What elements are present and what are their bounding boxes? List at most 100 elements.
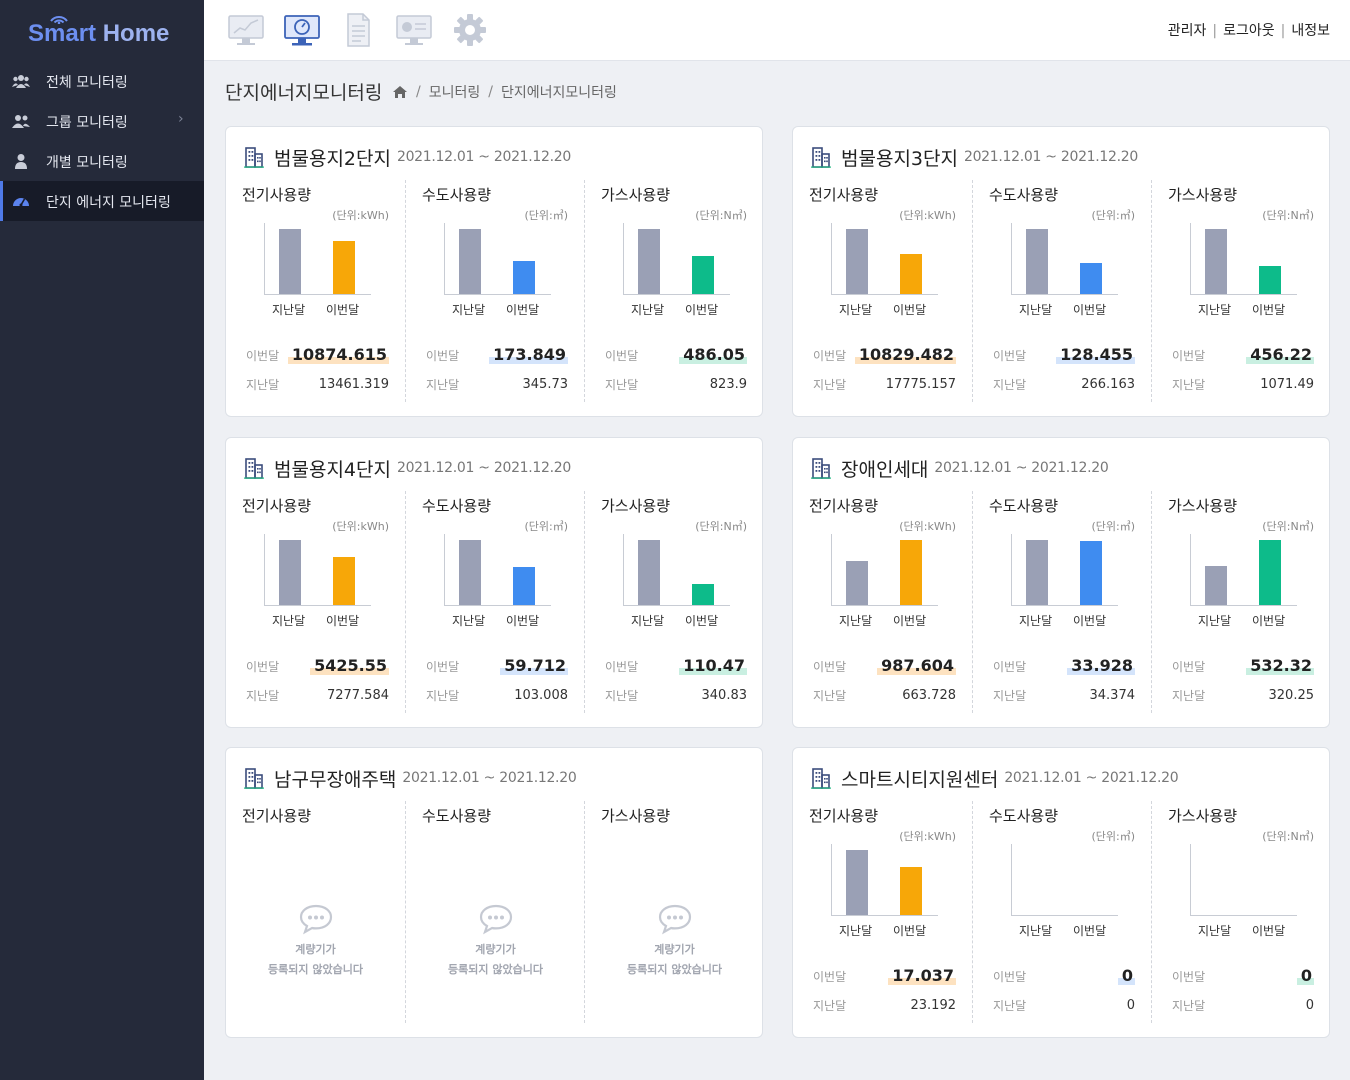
curr-month-bar — [1080, 263, 1102, 294]
water-usage-panel: 수도사용량 (단위:㎥) 지난달 이번달 이번달 128.455 지난달 266.163 — [972, 180, 1151, 402]
water-usage-panel: 수도사용량 (단위:㎥) 지난달 이번달 이번달 33.928 지난달 34.374 — [972, 491, 1151, 713]
usage-title: 가스사용량 — [601, 186, 671, 204]
curr-axis-label: 이번달 — [326, 303, 360, 317]
unit-label: (단위:kWh) — [899, 209, 956, 222]
prev-axis-label: 지난달 — [1198, 924, 1232, 938]
unit-label: (단위:N㎥) — [1262, 209, 1314, 222]
breadcrumb-monitoring[interactable]: 모니터링 — [429, 82, 481, 102]
water-usage-panel: 수도사용량 (단위:㎥) 지난달 이번달 이번달 0 지난달 0 — [972, 801, 1151, 1023]
prev-axis-label: 지난달 — [839, 924, 873, 938]
sidebar-item-group-monitoring[interactable]: 그룹 모니터링 › — [0, 101, 204, 141]
curr-month-bar — [1080, 541, 1102, 605]
building-icon — [811, 458, 831, 479]
unit-label: (단위:㎥) — [524, 520, 568, 533]
curr-month-bar — [1259, 266, 1281, 294]
period: 2021.12.01 ~ 2021.12.20 — [402, 770, 577, 786]
prev-value: 17775.157 — [885, 377, 956, 392]
sidebar-item-individual-monitoring[interactable]: 개별 모니터링 — [0, 141, 204, 181]
curr-label: 이번달 — [246, 349, 280, 363]
prev-month-bar — [638, 229, 660, 294]
prev-value: 266.163 — [1081, 377, 1135, 392]
curr-month-bar — [513, 261, 535, 294]
prev-month-bar — [638, 540, 660, 605]
prev-axis-label: 지난달 — [272, 614, 306, 628]
monitor-chart-icon[interactable] — [227, 12, 265, 48]
curr-label: 이번달 — [426, 349, 460, 363]
usage-title: 전기사용량 — [242, 497, 312, 515]
sidebar-item-label: 전체 모니터링 — [46, 75, 128, 91]
prev-month-bar — [279, 540, 301, 605]
chat-bubble-icon — [658, 904, 691, 935]
prev-axis-label: 지난달 — [452, 303, 486, 317]
gear-icon[interactable] — [451, 12, 489, 48]
sidebar-item-label: 개별 모니터링 — [46, 155, 128, 171]
curr-axis-label: 이번달 — [506, 303, 540, 317]
unit-label: (단위:㎥) — [524, 209, 568, 222]
prev-label: 지난달 — [813, 999, 847, 1013]
my-info-link[interactable]: 내정보 — [1291, 23, 1330, 39]
gas-usage-panel: 가스사용량 계량기가 등록되지 않았습니다 — [584, 801, 763, 1023]
breadcrumb: / 모니터링 / 단지에너지모니터링 — [392, 82, 617, 102]
bar-chart — [831, 534, 938, 606]
breadcrumb-complex-energy[interactable]: 단지에너지모니터링 — [501, 82, 617, 102]
dashboard-gauge-icon — [13, 198, 29, 207]
curr-value: 532.32 — [1246, 656, 1314, 675]
usage-title: 가스사용량 — [601, 497, 671, 515]
curr-axis-label: 이번달 — [1252, 924, 1286, 938]
sidebar-item-complex-energy-monitoring[interactable]: 단지 에너지 모니터링 — [0, 181, 204, 221]
bar-chart — [264, 223, 371, 295]
curr-month-bar — [900, 540, 922, 605]
curr-month-bar — [513, 567, 535, 605]
monitor-pie-icon[interactable] — [395, 12, 433, 48]
usage-title: 수도사용량 — [422, 807, 492, 825]
prev-axis-label: 지난달 — [1019, 614, 1053, 628]
chat-bubble-icon — [299, 904, 332, 935]
gas-usage-panel: 가스사용량 (단위:N㎥) 지난달 이번달 이번달 0 지난달 0 — [1151, 801, 1330, 1023]
usage-title: 수도사용량 — [989, 186, 1059, 204]
prev-value: 0 — [1305, 998, 1314, 1013]
home-icon[interactable] — [392, 85, 408, 99]
prev-value: 1071.49 — [1260, 377, 1314, 392]
curr-axis-label: 이번달 — [1252, 303, 1286, 317]
prev-month-bar — [1026, 540, 1048, 605]
bar-chart — [831, 223, 938, 295]
prev-axis-label: 지난달 — [839, 303, 873, 317]
admin-link[interactable]: 관리자 — [1168, 23, 1207, 39]
curr-axis-label: 이번달 — [685, 303, 719, 317]
unit-label: (단위:kWh) — [899, 830, 956, 843]
prev-axis-label: 지난달 — [272, 303, 306, 317]
sidebar-item-total-monitoring[interactable]: 전체 모니터링 — [0, 61, 204, 101]
usage-title: 전기사용량 — [809, 807, 879, 825]
logo[interactable]: Smart Home — [28, 16, 169, 50]
document-list-icon[interactable] — [339, 12, 377, 48]
prev-axis-label: 지난달 — [1198, 614, 1232, 628]
prev-axis-label: 지난달 — [631, 614, 665, 628]
logout-link[interactable]: 로그아웃 — [1223, 23, 1275, 39]
breadcrumb-separator: / — [488, 84, 493, 100]
building-icon — [244, 768, 264, 789]
empty-line-1: 계량기가 — [475, 943, 516, 956]
usage-title: 수도사용량 — [422, 497, 492, 515]
prev-month-bar — [279, 229, 301, 294]
unit-label: (단위:㎥) — [1091, 830, 1135, 843]
prev-axis-label: 지난달 — [1198, 303, 1232, 317]
sidebar: Smart Home 전체 모니터링 그룹 모니터링 › 개별 모니터링 단지 … — [0, 0, 204, 1080]
unit-label: (단위:kWh) — [332, 209, 389, 222]
prev-month-bar — [459, 229, 481, 294]
curr-label: 이번달 — [605, 349, 639, 363]
curr-value: 0 — [1296, 966, 1314, 985]
empty-line-2: 등록되지 않았습니다 — [448, 963, 543, 976]
complex-card: 스마트시티지원센터 2021.12.01 ~ 2021.12.20 전기사용량 (단위… — [792, 747, 1330, 1038]
curr-value: 5425.55 — [310, 656, 389, 675]
user-links: 관리자 | 로그아웃 | 내정보 — [1168, 20, 1330, 40]
monitor-gauge-icon[interactable] — [283, 12, 321, 48]
prev-label: 지난달 — [813, 378, 847, 392]
curr-month-bar — [1259, 540, 1281, 605]
prev-label: 지난달 — [1172, 689, 1206, 703]
prev-label: 지난달 — [605, 689, 639, 703]
prev-label: 지난달 — [246, 689, 280, 703]
curr-axis-label: 이번달 — [893, 614, 927, 628]
bar-chart — [623, 223, 730, 295]
page-title: 단지에너지모니터링 — [225, 82, 383, 104]
breadcrumb-separator: / — [416, 84, 421, 100]
